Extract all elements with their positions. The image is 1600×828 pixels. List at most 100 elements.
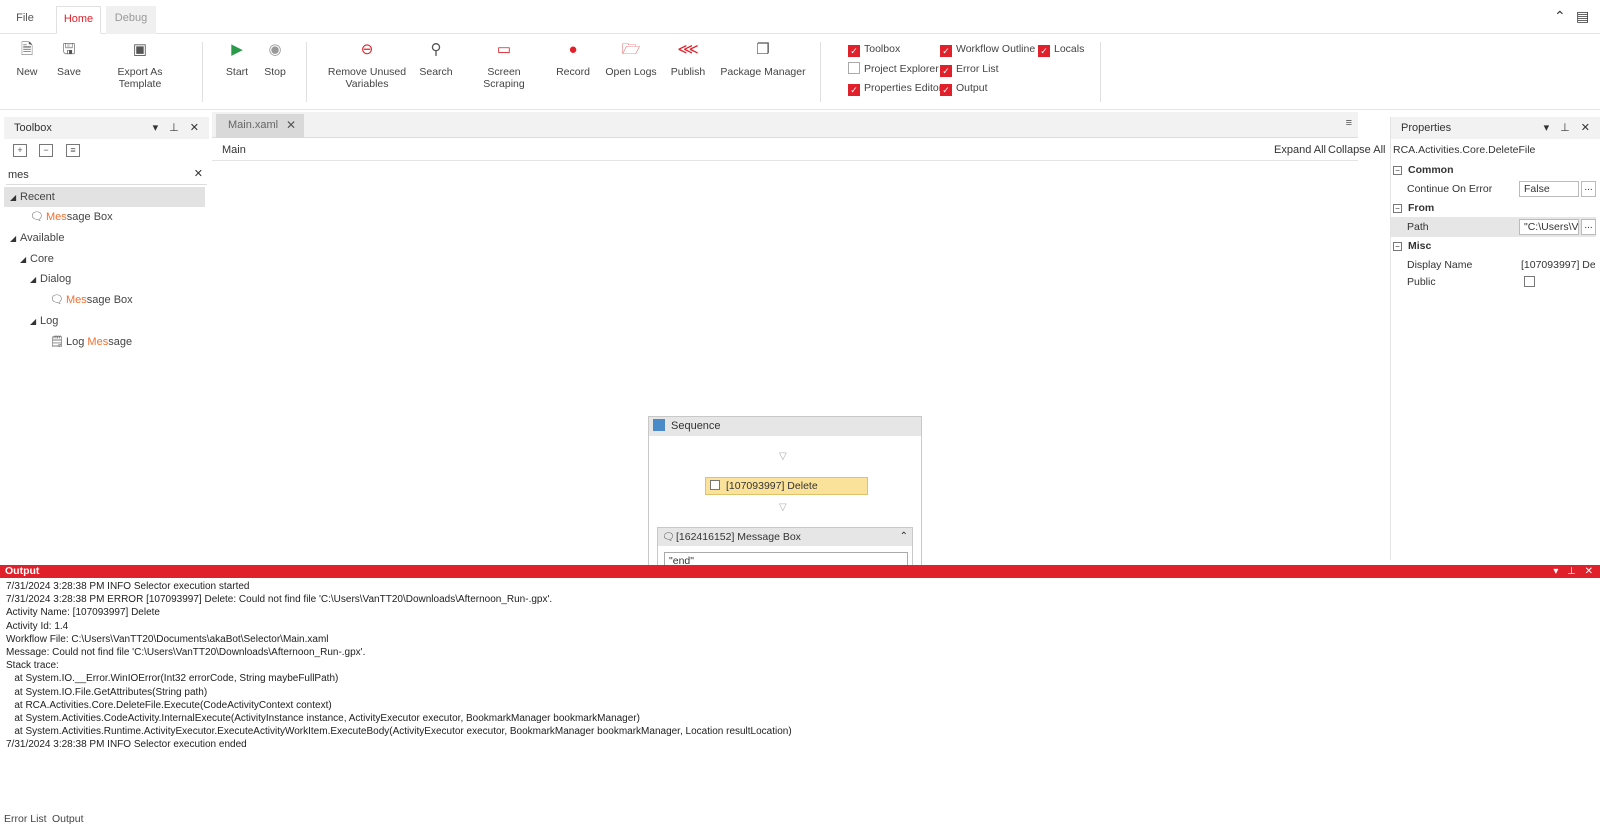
message-box-icon: 🗨	[50, 294, 64, 306]
toggle-error-list[interactable]: ✓ Error List	[940, 62, 999, 77]
output-line: Message: Could not find file 'C:\Users\V…	[6, 646, 366, 658]
package-manager-label: Package Manager	[720, 66, 806, 78]
public-checkbox[interactable]	[1524, 276, 1535, 287]
properties-panel: Properties ▾ ⊥ ✕ RCA.Activities.Core.Del…	[1390, 117, 1600, 560]
menu-tab-home[interactable]: Home	[56, 6, 101, 34]
tab-error-list[interactable]: Error List	[4, 811, 47, 828]
menu-bar: File Home Debug ⌃ ▤	[0, 0, 1600, 34]
toggle-locals[interactable]: ✓ Locals	[1038, 42, 1084, 57]
ellipsis-button[interactable]: ...	[1581, 219, 1596, 235]
expanded-triangle-icon: ◢	[20, 255, 27, 264]
drop-indicator-icon[interactable]: ▽	[779, 451, 787, 462]
message-box-icon: 🗨	[662, 532, 675, 543]
tree-node-available[interactable]: ◢ Available	[4, 228, 64, 248]
open-logs-button[interactable]: 🗁 Open Logs	[604, 40, 658, 78]
output-log[interactable]: 7/31/2024 3:28:38 PM INFO Selector execu…	[0, 578, 1600, 751]
toolbox-search: ✕	[6, 165, 207, 185]
checkbox-checked-icon: ✓	[1038, 45, 1050, 57]
stop-button[interactable]: ◉ Stop	[260, 40, 290, 78]
remove-unused-variables-button[interactable]: ⊖ Remove Unused Variables	[326, 40, 408, 90]
category-misc[interactable]: − Misc	[1393, 237, 1431, 255]
properties-header: Properties ▾ ⊥ ✕	[1391, 117, 1600, 139]
breadcrumb[interactable]: Main	[222, 139, 246, 161]
screen-scraping-label: Screen Scraping	[483, 66, 525, 90]
menu-tab-file[interactable]: File	[8, 6, 42, 34]
publish-button[interactable]: ⋘ Publish	[668, 40, 708, 78]
tree-node-recent[interactable]: ◢ Recent	[4, 187, 205, 207]
category-from[interactable]: − From	[1393, 199, 1434, 217]
save-icon: 🖫	[62, 41, 76, 58]
property-path: Path "C:\Users\V ...	[1391, 217, 1596, 237]
toggle-toolbox[interactable]: ✓ Toolbox	[848, 42, 901, 57]
record-button[interactable]: ● Record	[554, 40, 592, 78]
category-common[interactable]: − Common	[1393, 161, 1454, 179]
output-line: Activity Name: [107093997] Delete	[6, 607, 160, 619]
tree-item-message-box-recent[interactable]: 🗨 Message Box	[4, 207, 113, 227]
tree-label: sage Box	[66, 211, 113, 223]
expand-all-icon[interactable]: +	[13, 144, 27, 157]
property-label: Path	[1407, 221, 1429, 233]
save-button[interactable]: 🖫 Save	[54, 40, 84, 78]
tree-label: Log	[40, 315, 59, 327]
property-label: Continue On Error	[1407, 183, 1493, 195]
expanded-triangle-icon: ◢	[30, 317, 37, 326]
screen-scraping-button[interactable]: ▭ Screen Scraping	[466, 40, 542, 90]
new-button[interactable]: 🗎 New	[12, 40, 42, 78]
log-message-icon: 🗒	[50, 336, 64, 348]
tree-node-log[interactable]: ◢ Log	[4, 311, 58, 331]
tab-main-xaml[interactable]: Main.xaml ✕	[216, 114, 304, 138]
panel-controls[interactable]: ▾ ⊥ ✕	[1553, 565, 1596, 578]
expand-all-link[interactable]: Expand All	[1274, 139, 1326, 161]
path-value[interactable]: "C:\Users\V	[1519, 219, 1579, 235]
property-grid: − Common Continue On Error False ... − Fro…	[1391, 161, 1600, 321]
output-line: 7/31/2024 3:28:38 PM ERROR [107093997] D…	[6, 594, 553, 606]
collapse-all-link[interactable]: Collapse All	[1328, 139, 1385, 161]
close-icon[interactable]: ✕	[286, 114, 296, 136]
package-manager-button[interactable]: ❐ Package Manager	[720, 40, 806, 78]
tree-item-message-box[interactable]: 🗨 Message Box	[4, 290, 133, 310]
delete-activity[interactable]: [107093997] Delete	[705, 477, 868, 495]
toggle-workflow-outline[interactable]: ✓ Workflow Outline	[940, 42, 1035, 57]
remove-icon: ⊖	[360, 41, 374, 58]
start-button[interactable]: ▶ Start	[222, 40, 252, 78]
output-title: Output	[5, 565, 40, 577]
toggle-output[interactable]: ✓ Output	[940, 81, 988, 96]
chevron-up-icon[interactable]: ⌃	[1554, 8, 1566, 25]
menu-tab-debug[interactable]: Debug	[106, 6, 156, 34]
activity-label: [162416152] Message Box	[676, 531, 801, 543]
panel-controls[interactable]: ▾ ⊥ ✕	[1544, 117, 1594, 139]
search-button[interactable]: ⚲ Search	[418, 40, 454, 78]
collapse-all-icon[interactable]: −	[39, 144, 53, 157]
feedback-icon[interactable]: ▤	[1576, 8, 1589, 25]
clear-search-icon[interactable]: ✕	[194, 167, 203, 180]
toolbox-search-input[interactable]	[6, 165, 207, 184]
drop-indicator-icon[interactable]: ▽	[779, 502, 787, 513]
toggle-properties-editor[interactable]: ✓ Properties Editor	[848, 81, 942, 96]
stop-label: Stop	[264, 66, 286, 78]
checkbox-checked-icon: ✓	[848, 84, 860, 96]
panel-controls[interactable]: ▾ ⊥ ✕	[153, 117, 203, 139]
toggle-label: Toolbox	[864, 43, 901, 55]
checkbox-checked-icon: ✓	[940, 65, 952, 77]
ribbon-separator	[306, 42, 307, 102]
delete-file-icon	[710, 480, 720, 490]
list-icon[interactable]: ≡	[66, 144, 80, 157]
property-continue-on-error: Continue On Error False ...	[1391, 179, 1596, 199]
continue-on-error-value[interactable]: False	[1519, 181, 1579, 197]
ribbon-separator	[820, 42, 821, 102]
collapse-icon[interactable]: ⌃	[900, 528, 908, 546]
properties-title: Properties	[1401, 122, 1452, 134]
ellipsis-button[interactable]: ...	[1581, 181, 1596, 197]
tree-item-log-message[interactable]: 🗒 Log Message	[4, 332, 132, 352]
toggle-project-explorer[interactable]: Project Explorer	[848, 62, 939, 76]
tab-list-icon[interactable]: ≡	[1346, 117, 1352, 129]
ribbon: 🗎 New 🖫 Save ▣ Export As Template ▶ Star…	[0, 34, 1600, 110]
tab-output[interactable]: Output	[52, 811, 84, 828]
record-icon: ●	[568, 41, 578, 58]
tree-node-dialog[interactable]: ◢ Dialog	[4, 269, 71, 289]
expanded-triangle-icon: ◢	[30, 275, 37, 284]
tree-node-core[interactable]: ◢ Core	[4, 249, 54, 269]
workflow-canvas[interactable]: Sequence ▽ [107093997] Delete ▽ 🗨[162416…	[212, 162, 1358, 606]
export-as-template-button[interactable]: ▣ Export As Template	[95, 40, 185, 90]
ribbon-separator	[1100, 42, 1101, 102]
